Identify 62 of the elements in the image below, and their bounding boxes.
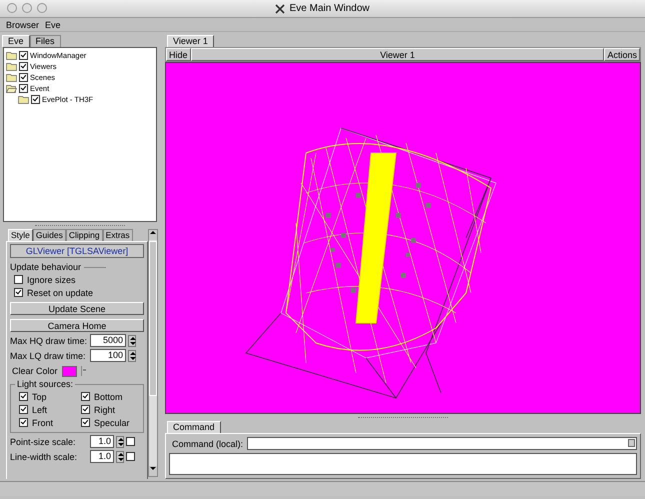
splitter-handle[interactable]	[358, 417, 448, 418]
checkbox-label: Left	[32, 404, 48, 414]
object-title: GLViewer [TGLSAViewer]	[10, 244, 144, 258]
checkbox-label: Front	[32, 418, 54, 428]
checkbox[interactable]	[19, 51, 28, 60]
checkbox-label: Specular	[94, 418, 130, 428]
browser-tab[interactable]: Files	[30, 35, 61, 47]
checkbox[interactable]	[14, 288, 23, 297]
field-label: Clear Color	[12, 366, 58, 376]
checkbox[interactable]	[19, 84, 28, 93]
checkbox-label: Top	[32, 392, 47, 402]
field-label: Command (local):	[172, 438, 244, 448]
action-button[interactable]: Update Scene	[10, 302, 144, 315]
checkbox[interactable]	[81, 418, 90, 427]
checkbox[interactable]	[19, 392, 28, 401]
number-field[interactable]: 1.0	[90, 450, 114, 463]
command-combo-box[interactable]	[247, 437, 637, 450]
checkbox-label: Right	[94, 404, 116, 414]
editor-tab[interactable]: Style	[8, 229, 33, 241]
spin-buttons[interactable]	[116, 436, 124, 448]
action-button[interactable]: Camera Home	[10, 319, 144, 332]
window-title: Eve Main Window	[289, 3, 370, 14]
menu-item[interactable]: Eve	[45, 20, 61, 30]
checkbox[interactable]	[19, 62, 28, 71]
checkbox[interactable]	[14, 275, 23, 284]
checkbox-label: Bottom	[94, 392, 123, 402]
checkbox[interactable]	[19, 73, 28, 82]
checkbox[interactable]	[126, 452, 135, 461]
number-field[interactable]: 100	[90, 349, 126, 362]
checkbox[interactable]	[126, 437, 135, 446]
editor-tab[interactable]: Guides	[32, 229, 66, 241]
editor-tab[interactable]: Clipping	[66, 229, 103, 241]
splitter-handle[interactable]	[35, 225, 125, 226]
browser-tab[interactable]: Eve	[2, 35, 30, 47]
spin-buttons[interactable]	[128, 334, 136, 346]
command-tab[interactable]: Command	[167, 421, 221, 433]
checkbox[interactable]	[19, 418, 28, 427]
checkbox[interactable]	[81, 392, 90, 401]
menu-item[interactable]: Browser	[6, 20, 40, 30]
color-swatch[interactable]	[62, 366, 77, 376]
checkbox[interactable]	[19, 405, 28, 414]
number-field[interactable]: 1.0	[90, 435, 114, 448]
hide-button[interactable]: Hide	[166, 48, 191, 61]
spin-buttons[interactable]	[128, 350, 136, 362]
scrollbar[interactable]	[148, 229, 158, 477]
spin-buttons[interactable]	[116, 450, 124, 462]
section-title: Update behaviour	[10, 262, 82, 272]
viewer-tab[interactable]: Viewer 1	[167, 35, 214, 47]
group-title: Light sources:	[15, 379, 76, 389]
x-logo-icon	[275, 4, 286, 14]
field-label: Max LQ draw time:	[10, 350, 87, 360]
editor-tab[interactable]: Extras	[102, 229, 133, 241]
checkbox[interactable]	[81, 405, 90, 414]
checkbox-label: Ignore sizes	[27, 274, 76, 284]
actions-button[interactable]: Actions	[604, 48, 640, 61]
field-label: Max HQ draw time:	[10, 336, 88, 346]
field-label: Point-size scale:	[10, 436, 77, 446]
number-field[interactable]: 5000	[90, 334, 126, 347]
field-label: Line-width scale:	[10, 452, 78, 462]
viewer-title-bar: Viewer 1	[190, 48, 604, 61]
checkbox-label: Reset on update	[27, 288, 94, 298]
checkbox[interactable]	[31, 95, 40, 104]
